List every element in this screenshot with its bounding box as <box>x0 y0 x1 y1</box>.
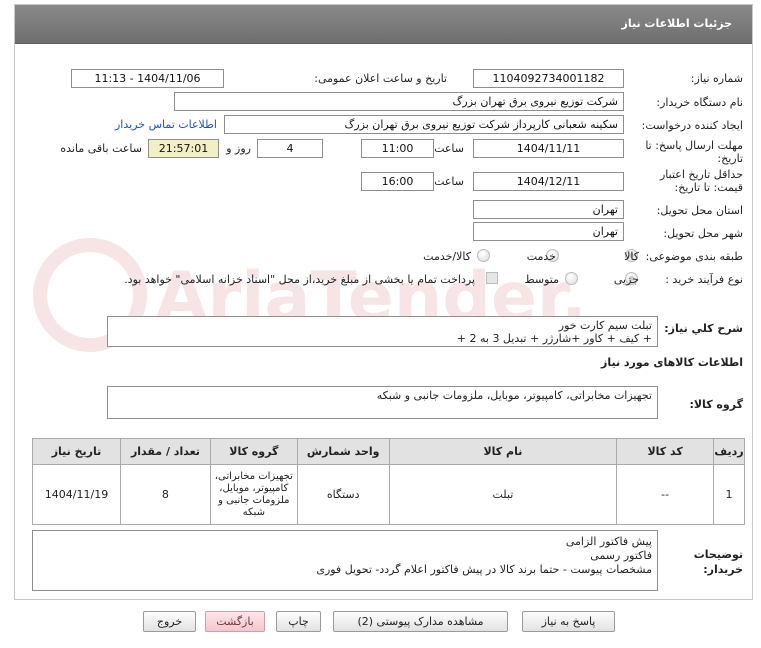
header-need-date: تاریخ نیاز <box>32 438 121 465</box>
goods-group-textbox: تجهیزات مخابراتی، کامپیوتر، موبایل، ملزو… <box>107 386 658 419</box>
notes-label-line1: توضیحات <box>693 548 743 561</box>
items-section-title: اطلاعات کالاهای مورد نیاز <box>601 356 743 369</box>
announce-label: تاریخ و ساعت اعلان عمومی: <box>314 72 447 85</box>
header-row-number: ردیف <box>713 438 745 465</box>
announce-datetime-field: 1404/11/06 - 11:13 <box>71 69 224 88</box>
remaining-label: ساعت باقی مانده <box>60 142 142 155</box>
validity-time-field: 16:00 <box>361 172 434 191</box>
creator-field: سکینه شعبانی کارپرداز شرکت توزیع نیروی ب… <box>224 115 624 134</box>
need-number-field: 1104092734001182 <box>473 69 624 88</box>
back-button[interactable]: بازگشت <box>205 611 265 632</box>
summary-label: شرح کلي نياز: <box>664 322 743 335</box>
table-header-row: ردیف کد کالا نام کالا واحد شمارش گروه کا… <box>32 438 745 465</box>
cell-need-date: 1404/11/19 <box>32 464 121 525</box>
notes-label-line2: خریدار: <box>703 563 743 576</box>
cell-unit: دستگاه <box>296 464 390 525</box>
header-goods-group: گروه کالا <box>209 438 298 465</box>
cell-quantity: 8 <box>120 464 211 525</box>
province-field: تهران <box>473 200 624 219</box>
deadline-time-label: ساعت <box>434 142 464 155</box>
validity-label-line2: قیمت: تا تاریخ: <box>674 181 743 194</box>
process-option-minor: جزیی <box>613 273 639 286</box>
category-option-service: خدمت <box>526 250 556 263</box>
items-table: ردیف کد کالا نام کالا واحد شمارش گروه کا… <box>32 438 745 525</box>
category-option-goods-service: کالا/خدمت <box>423 250 471 263</box>
category-radio-goods-service[interactable] <box>477 249 490 262</box>
exit-button[interactable]: خروج <box>143 611 196 632</box>
header-quantity: تعداد / مقدار <box>120 438 211 465</box>
validity-date-field: 1404/12/11 <box>473 172 624 191</box>
goods-group-label: گروه کالا: <box>689 398 743 411</box>
province-label: استان محل تحویل: <box>656 204 743 217</box>
header-unit: واحد شمارش <box>296 438 390 465</box>
remaining-days-field: 4 <box>257 139 323 158</box>
deadline-label-line1: مهلت ارسال پاسخ: تا <box>645 139 743 152</box>
category-option-goods: کالا <box>624 250 639 263</box>
deadline-label-line2: تاریخ: <box>717 152 743 165</box>
reply-button[interactable]: پاسخ به نیاز <box>522 611 615 632</box>
process-label: نوع فرآیند خرید : <box>665 273 743 286</box>
panel-title: جزئیات اطلاعات نیاز <box>621 17 733 30</box>
print-button[interactable]: چاپ <box>276 611 321 632</box>
city-field: تهران <box>473 222 624 241</box>
cell-goods-code: -- <box>616 464 715 525</box>
view-attachments-button[interactable]: مشاهده مدارک پیوستی (2) <box>333 611 508 632</box>
treasury-payment-checkbox[interactable] <box>486 272 498 284</box>
panel-header: جزئیات اطلاعات نیاز <box>15 5 752 44</box>
table-row: 1 -- تبلت دستگاه تجهیزات مخابراتی، کامپی… <box>32 464 745 525</box>
buyer-contact-link[interactable]: اطلاعات تماس خریدار <box>115 118 217 131</box>
remaining-time-field: 21:57:01 <box>148 139 219 158</box>
cell-row-number: 1 <box>713 464 745 525</box>
payment-note: پرداخت تمام یا بخشی از مبلغ خرید،از محل … <box>124 273 475 286</box>
need-number-label: شماره نیاز: <box>690 72 743 85</box>
cell-goods-group: تجهیزات مخابراتی، کامپیوتر، موبایل، ملزو… <box>209 464 298 525</box>
deadline-date-field: 1404/11/11 <box>473 139 624 158</box>
category-label: طبقه بندی موضوعی: <box>645 250 743 263</box>
notes-textbox: پیش فاکتور الزامی فاکتور رسمی مشخصات پیو… <box>32 530 658 591</box>
deadline-time-field: 11:00 <box>361 139 434 158</box>
city-label: شهر محل تحویل: <box>663 227 743 240</box>
days-label: روز و <box>226 142 251 155</box>
header-goods-name: نام کالا <box>388 438 618 465</box>
summary-textbox: تبلت سیم کارت خور + کیف + کاور +شارژر + … <box>107 316 658 347</box>
header-goods-code: کد کالا <box>616 438 715 465</box>
buyer-field: شرکت توزیع نیروی برق تهران بزرگ <box>174 92 624 111</box>
cell-goods-name: تبلت <box>388 464 618 525</box>
creator-label: ایجاد کننده درخواست: <box>641 119 743 132</box>
validity-label-line1: حداقل تاریخ اعتبار <box>659 168 743 181</box>
buyer-label: نام دستگاه خریدار: <box>656 96 743 109</box>
process-radio-medium[interactable] <box>565 272 578 285</box>
process-option-medium: متوسط <box>524 273 559 286</box>
validity-time-label: ساعت <box>434 175 464 188</box>
